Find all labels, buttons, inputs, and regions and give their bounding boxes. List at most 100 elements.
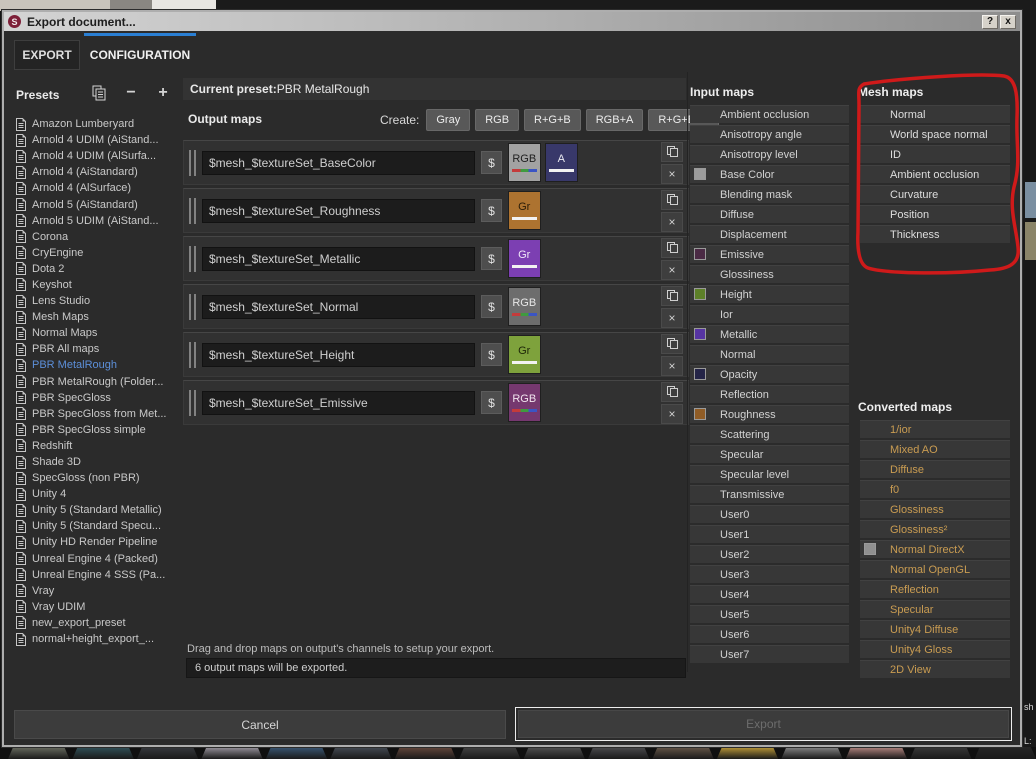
input-map-item[interactable]: Normal xyxy=(690,345,849,363)
tab-configuration[interactable]: CONFIGURATION xyxy=(84,40,196,70)
channel-chip-rgb[interactable]: RGB xyxy=(507,143,541,182)
input-map-item[interactable]: Anisotropy level xyxy=(690,145,849,163)
output-map-name-input[interactable] xyxy=(201,390,476,415)
variable-dollar-button[interactable]: $ xyxy=(481,295,502,318)
preset-list-item[interactable]: Vray UDIM xyxy=(14,599,180,615)
converted-map-item[interactable]: Specular xyxy=(860,600,1010,618)
mesh-map-item[interactable]: Thickness xyxy=(860,225,1010,243)
input-map-item[interactable]: Transmissive xyxy=(690,485,849,503)
preset-list-item[interactable]: Mesh Maps xyxy=(14,309,180,325)
mesh-map-item[interactable]: ID xyxy=(860,145,1010,163)
preset-list-item[interactable]: Unity 4 xyxy=(14,486,180,502)
preset-list-item[interactable]: Lens Studio xyxy=(14,293,180,309)
input-map-item[interactable]: Opacity xyxy=(690,365,849,383)
converted-map-item[interactable]: Diffuse xyxy=(860,460,1010,478)
duplicate-map-button[interactable] xyxy=(661,237,683,258)
preset-list-item[interactable]: PBR SpecGloss xyxy=(14,390,180,406)
converted-map-item[interactable]: Glossiness xyxy=(860,500,1010,518)
channel-chip-rgb[interactable]: RGB xyxy=(507,383,541,422)
remove-map-button[interactable]: × xyxy=(661,163,683,184)
output-map-name-input[interactable] xyxy=(201,294,476,319)
input-map-item[interactable]: Emissive xyxy=(690,245,849,263)
input-map-item[interactable]: User6 xyxy=(690,625,849,643)
create-rgba-button[interactable]: RGB+A xyxy=(585,109,644,131)
channel-chip-gr[interactable]: Gr xyxy=(507,239,541,278)
input-map-item[interactable]: User2 xyxy=(690,545,849,563)
output-map-name-input[interactable] xyxy=(201,342,476,367)
create-gray-button[interactable]: Gray xyxy=(426,109,471,131)
preset-list-item[interactable]: Corona xyxy=(14,229,180,245)
add-preset-button[interactable]: + xyxy=(152,82,174,104)
remove-map-button[interactable]: × xyxy=(661,355,683,376)
cancel-button[interactable]: Cancel xyxy=(14,710,506,739)
input-map-item[interactable]: Specular xyxy=(690,445,849,463)
drag-handle[interactable] xyxy=(189,197,196,224)
help-button[interactable]: ? xyxy=(982,14,998,29)
preset-list-item[interactable]: Arnold 5 (AiStandard) xyxy=(14,196,180,212)
variable-dollar-button[interactable]: $ xyxy=(481,151,502,174)
converted-map-item[interactable]: 2D View xyxy=(860,660,1010,678)
input-map-item[interactable]: Roughness xyxy=(690,405,849,423)
preset-list-item[interactable]: normal+height_export_... xyxy=(14,631,180,647)
drag-handle[interactable] xyxy=(189,149,196,176)
mesh-map-item[interactable]: Ambient occlusion xyxy=(860,165,1010,183)
remove-map-button[interactable]: × xyxy=(661,307,683,328)
preset-list-item[interactable]: Amazon Lumberyard xyxy=(14,116,180,132)
input-map-item[interactable]: User4 xyxy=(690,585,849,603)
output-map-name-input[interactable] xyxy=(201,198,476,223)
preset-list-item[interactable]: Unity 5 (Standard Metallic) xyxy=(14,502,180,518)
preset-list-item[interactable]: Shade 3D xyxy=(14,454,180,470)
input-map-item[interactable]: Metallic xyxy=(690,325,849,343)
converted-map-item[interactable]: 1/ior xyxy=(860,420,1010,438)
converted-map-item[interactable]: Mixed AO xyxy=(860,440,1010,458)
duplicate-preset-button[interactable] xyxy=(88,82,110,104)
preset-list-item[interactable]: Unreal Engine 4 (Packed) xyxy=(14,551,180,567)
duplicate-map-button[interactable] xyxy=(661,285,683,306)
preset-list-item[interactable]: Arnold 4 (AlSurface) xyxy=(14,180,180,196)
preset-list-item[interactable]: Arnold 5 UDIM (AiStand... xyxy=(14,213,180,229)
duplicate-map-button[interactable] xyxy=(661,189,683,210)
channel-chip-a[interactable]: A xyxy=(544,143,578,182)
converted-map-item[interactable]: Unity4 Diffuse xyxy=(860,620,1010,638)
channel-chip-gr[interactable]: Gr xyxy=(507,335,541,374)
remove-map-button[interactable]: × xyxy=(661,259,683,280)
preset-list-item[interactable]: Redshift xyxy=(14,438,180,454)
mesh-map-item[interactable]: Position xyxy=(860,205,1010,223)
duplicate-map-button[interactable] xyxy=(661,381,683,402)
input-map-item[interactable]: Scattering xyxy=(690,425,849,443)
converted-map-item[interactable]: Normal OpenGL xyxy=(860,560,1010,578)
preset-list-item[interactable]: Unreal Engine 4 SSS (Pa... xyxy=(14,567,180,583)
preset-list-item[interactable]: PBR All maps xyxy=(14,341,180,357)
close-button[interactable]: x xyxy=(1000,14,1016,29)
variable-dollar-button[interactable]: $ xyxy=(481,343,502,366)
input-map-item[interactable]: Height xyxy=(690,285,849,303)
input-map-item[interactable]: Ior xyxy=(690,305,849,323)
preset-list-item[interactable]: PBR MetalRough (Folder... xyxy=(14,374,180,390)
remove-preset-button[interactable]: − xyxy=(120,82,142,104)
input-map-item[interactable]: User0 xyxy=(690,505,849,523)
converted-map-item[interactable]: Glossiness² xyxy=(860,520,1010,538)
preset-list-item[interactable]: SpecGloss (non PBR) xyxy=(14,470,180,486)
mesh-map-item[interactable]: Normal xyxy=(860,105,1010,123)
input-map-item[interactable]: Ambient occlusion xyxy=(690,105,849,123)
channel-chip-gr[interactable]: Gr xyxy=(507,191,541,230)
duplicate-map-button[interactable] xyxy=(661,141,683,162)
converted-map-item[interactable]: Reflection xyxy=(860,580,1010,598)
drag-handle[interactable] xyxy=(189,245,196,272)
mesh-map-item[interactable]: Curvature xyxy=(860,185,1010,203)
input-map-item[interactable]: Anisotropy angle xyxy=(690,125,849,143)
converted-map-item[interactable]: Normal DirectX xyxy=(860,540,1010,558)
remove-map-button[interactable]: × xyxy=(661,211,683,232)
duplicate-map-button[interactable] xyxy=(661,333,683,354)
create-rgb-button[interactable]: RGB xyxy=(475,109,520,131)
input-map-item[interactable]: User1 xyxy=(690,525,849,543)
input-map-item[interactable]: Base Color xyxy=(690,165,849,183)
preset-list-item[interactable]: Arnold 4 (AiStandard) xyxy=(14,164,180,180)
preset-list-item[interactable]: PBR MetalRough xyxy=(14,357,180,373)
channel-chip-rgb[interactable]: RGB xyxy=(507,287,541,326)
drag-handle[interactable] xyxy=(189,293,196,320)
remove-map-button[interactable]: × xyxy=(661,403,683,424)
input-map-item[interactable]: User3 xyxy=(690,565,849,583)
export-button[interactable]: Export xyxy=(518,710,1009,738)
preset-list-item[interactable]: PBR SpecGloss simple xyxy=(14,422,180,438)
